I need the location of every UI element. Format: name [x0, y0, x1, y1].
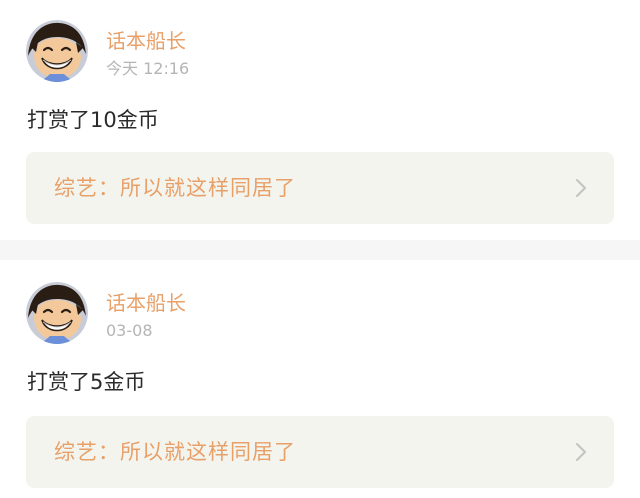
source-link[interactable]: 综艺：所以就这样同居了 [26, 416, 614, 488]
reward-card: 话本船长 今天 12:16 打赏了10金币 综艺：所以就这样同居了 [0, 0, 640, 240]
reward-message: 打赏了10金币 [27, 108, 159, 132]
source-title: 综艺：所以就这样同居了 [54, 176, 296, 200]
source-title: 综艺：所以就这样同居了 [54, 440, 296, 464]
section-divider [0, 240, 640, 260]
source-link[interactable]: 综艺：所以就这样同居了 [26, 152, 614, 224]
reward-feed: 话本船长 今天 12:16 打赏了10金币 综艺：所以就这样同居了 话本船长 0… [0, 0, 640, 498]
reward-card: 话本船长 03-08 打赏了5金币 综艺：所以就这样同居了 [0, 260, 640, 498]
reward-message: 打赏了5金币 [27, 370, 146, 394]
username[interactable]: 话本船长 [106, 291, 186, 315]
cartoon-avatar-icon[interactable] [26, 282, 88, 344]
cartoon-avatar-icon[interactable] [26, 20, 88, 82]
chevron-right-icon [576, 179, 586, 197]
username[interactable]: 话本船长 [106, 29, 186, 53]
chevron-right-icon [576, 443, 586, 461]
post-time: 今天 12:16 [106, 59, 190, 78]
post-time: 03-08 [106, 321, 153, 340]
